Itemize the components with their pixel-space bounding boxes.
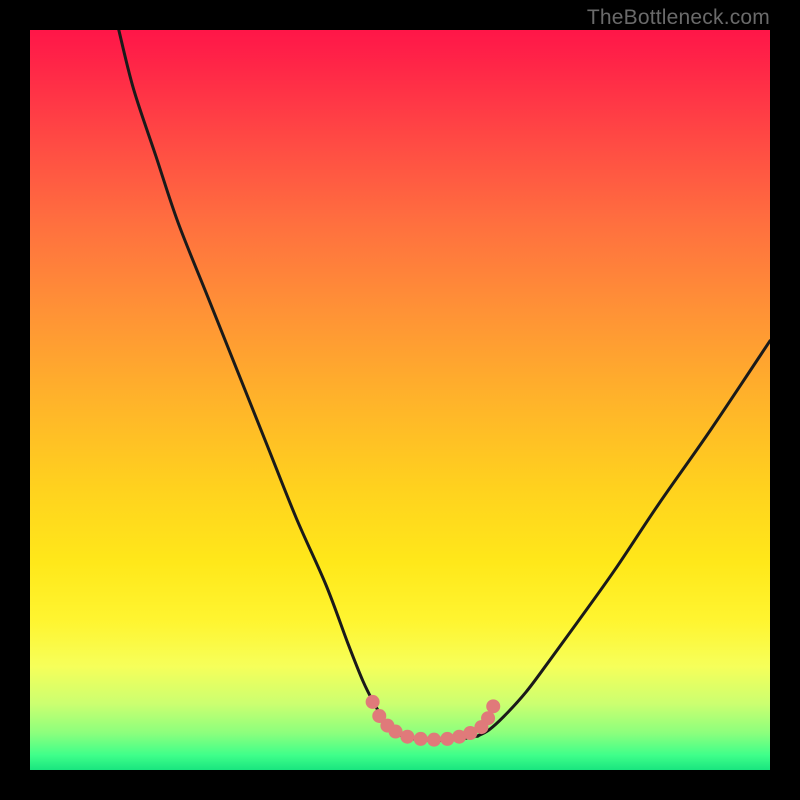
bottleneck-curve xyxy=(119,30,770,740)
curve-path xyxy=(119,30,770,740)
trough-marker xyxy=(440,732,454,746)
chart-svg xyxy=(30,30,770,770)
trough-marker xyxy=(400,730,414,744)
trough-marker xyxy=(427,733,441,747)
trough-marker xyxy=(414,732,428,746)
trough-marker xyxy=(486,699,500,713)
trough-marker xyxy=(366,695,380,709)
watermark-text: TheBottleneck.com xyxy=(587,6,770,30)
chart-frame: TheBottleneck.com xyxy=(0,0,800,800)
plot-area xyxy=(30,30,770,770)
trough-markers xyxy=(366,695,501,747)
